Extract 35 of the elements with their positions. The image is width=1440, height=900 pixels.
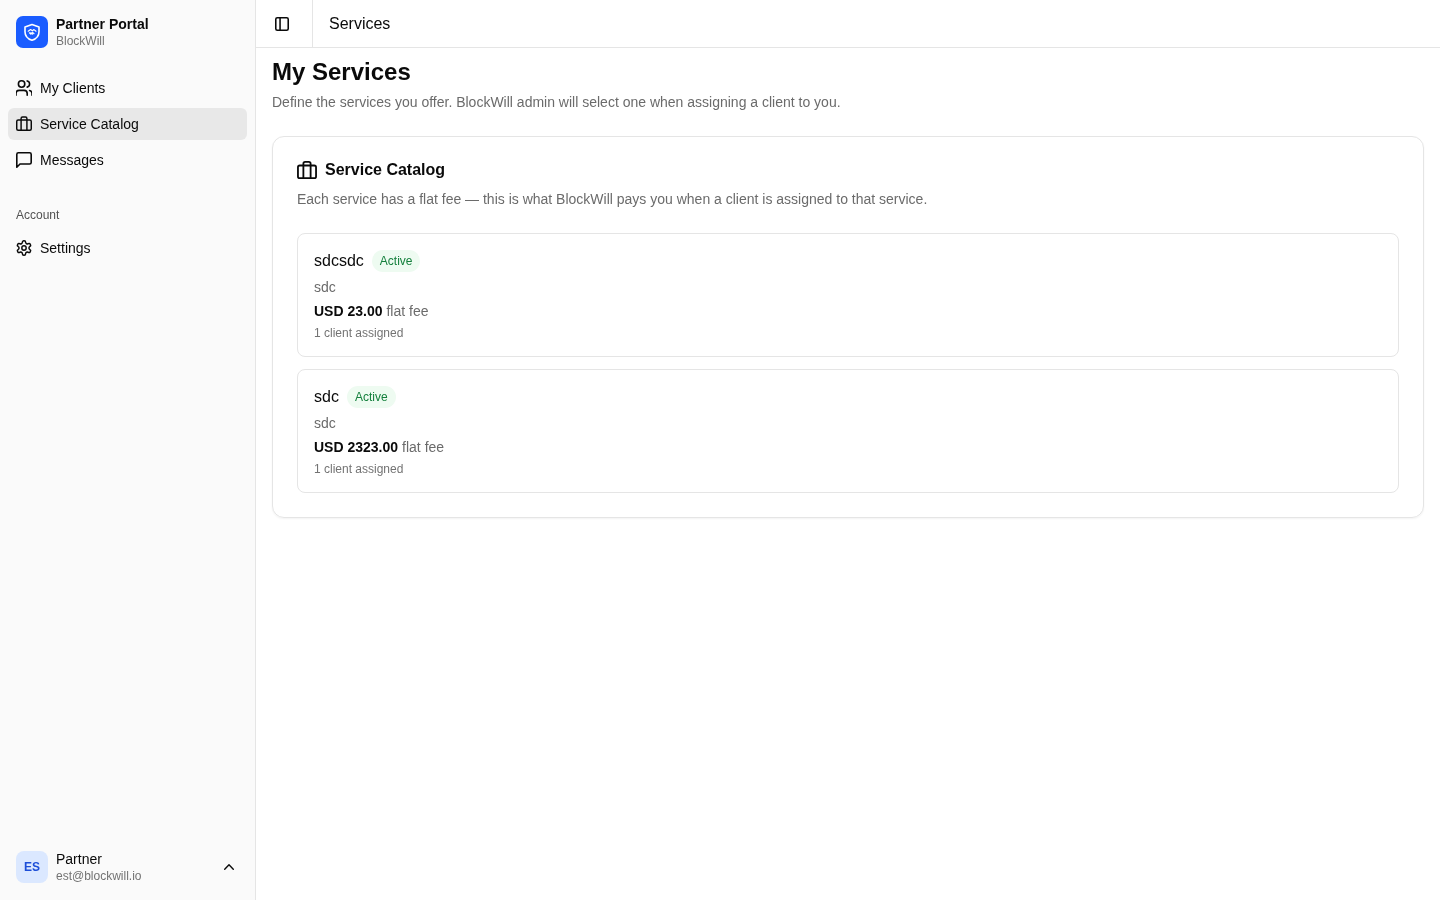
sidebar-item[interactable]: Settings [8, 232, 247, 264]
message-icon [16, 152, 32, 168]
fee-amount: USD 2323.00 [314, 438, 399, 457]
header-title: Services [329, 14, 391, 33]
settings-icon [16, 240, 32, 256]
fee-label: flat fee [402, 438, 445, 457]
chevron-up-icon[interactable] [224, 864, 234, 870]
sidebar-item[interactable]: My Clients [8, 72, 247, 104]
section-label: Account [15, 207, 61, 224]
service-description: sdc [314, 278, 336, 297]
brand-title: Partner Portal [56, 15, 149, 33]
users-icon [16, 80, 32, 96]
page-title: My Services [272, 57, 412, 87]
service-name: sdcsdc [314, 251, 364, 271]
avatar: ES [16, 851, 48, 883]
status-badge: Active [371, 250, 421, 272]
user-email: est@blockwill.io [56, 868, 143, 884]
card-title: Service Catalog [325, 160, 446, 180]
status-badge: Active [346, 386, 396, 408]
service-description: sdc [314, 414, 336, 433]
sidebar-panel-icon [275, 16, 289, 31]
service-name: sdc [314, 387, 339, 407]
sidebar-item[interactable]: Service Catalog [8, 108, 247, 140]
briefcase-icon [16, 116, 32, 132]
user-name: Partner [56, 850, 103, 868]
fee-amount: USD 23.00 [314, 302, 383, 321]
shield-logo-icon [16, 16, 48, 48]
client-count: 1 client assigned [314, 461, 404, 477]
fee-label: flat fee [386, 302, 429, 321]
brand-subtitle: BlockWill [56, 33, 106, 49]
card-description: Each service has a flat fee — this is what BlockWill pays you when a client is assigned to that service. [297, 190, 929, 209]
briefcase-icon [297, 160, 317, 180]
sidebar-item[interactable]: Messages [8, 144, 247, 176]
client-count: 1 client assigned [314, 325, 404, 341]
page-subtitle: Define the services you offer. BlockWill admin will select one when assigning a client to you. [272, 93, 842, 112]
